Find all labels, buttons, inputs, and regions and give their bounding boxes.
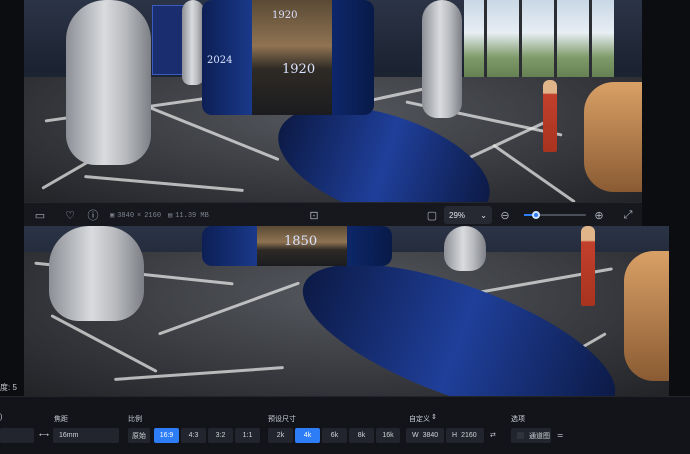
render-preview-image-2[interactable]: 1850	[24, 226, 669, 396]
focal-label: 焦距	[54, 416, 68, 423]
year-label: 1920	[272, 10, 298, 21]
focus-icon[interactable]: ⊡	[305, 206, 323, 224]
custom-width-value: 3840	[422, 432, 439, 439]
focal-value: 16mm	[59, 432, 79, 439]
swap-icon[interactable]: ⇄	[490, 431, 496, 439]
glass-wall	[464, 0, 614, 82]
screen-icon[interactable]: ▢	[423, 206, 441, 224]
settings-sliders-icon[interactable]: ⚌	[557, 431, 563, 439]
pillar-back	[182, 0, 204, 85]
zoom-select[interactable]: 29% ⌄	[444, 206, 492, 224]
resolution-readout: ▣ 3840 × 2160	[110, 211, 162, 221]
pillar-right	[444, 226, 486, 271]
year-label: 1920	[282, 62, 316, 77]
exhibit-drum: 1850	[202, 226, 392, 266]
ratio-1-1-button[interactable]: 1:1	[235, 428, 260, 443]
zoom-in-icon[interactable]: ⊕	[590, 206, 608, 224]
reception-counter	[584, 82, 642, 192]
pillar-left	[49, 226, 144, 321]
col0-label: )	[0, 414, 3, 421]
ratio-4-3-button[interactable]: 4:3	[181, 428, 206, 443]
reception-counter	[624, 251, 669, 381]
col0-field[interactable]	[0, 428, 34, 443]
width-prefix: W	[412, 432, 419, 439]
ratio-label: 比例	[128, 416, 142, 423]
chevron-down-icon: ⌄	[480, 210, 487, 220]
preset-label: 预设尺寸	[268, 416, 296, 423]
year-label: 1850	[284, 234, 318, 249]
app-window: 1920 2024 1920 ▭ ♡ ⓘ ▣ 3840 × 2160 ▤ 11.…	[0, 0, 690, 454]
frame-icon[interactable]: ▭	[31, 206, 49, 224]
focal-field[interactable]: 16mm	[53, 428, 119, 443]
zoom-slider[interactable]	[524, 211, 586, 219]
preset-8k-button[interactable]: 8k	[349, 428, 374, 443]
exhibit-drum: 1920 2024 1920	[202, 0, 374, 115]
render-settings-panel: ) 焦距 ⟷ 16mm 比例 原始 16:9 4:3 3:2 1:1 预设尺寸 …	[0, 396, 690, 454]
channel-checkbox[interactable]	[517, 432, 524, 439]
zoom-value: 29%	[449, 210, 466, 220]
fullscreen-icon[interactable]: ⤢	[619, 206, 637, 224]
file-size-value: 11.39 MB	[175, 211, 209, 220]
height-prefix: H	[452, 432, 458, 439]
options-label: 选项	[511, 416, 525, 423]
preset-4k-button[interactable]: 4k	[295, 428, 320, 443]
save-icon: ▤	[168, 212, 173, 220]
person-figure	[543, 80, 557, 152]
render-preview-image[interactable]: 1920 2024 1920	[24, 0, 642, 202]
heart-icon[interactable]: ♡	[61, 206, 79, 224]
ratio-16-9-button[interactable]: 16:9	[154, 428, 179, 443]
pillar-right	[422, 0, 462, 118]
preset-2k-button[interactable]: 2k	[268, 428, 293, 443]
year-label: 2024	[207, 55, 233, 66]
times-symbol: ×	[137, 211, 142, 220]
custom-width-field[interactable]: W 3840	[406, 428, 444, 443]
file-size-readout: ▤ 11.39 MB	[168, 211, 209, 221]
zoom-out-icon[interactable]: ⊖	[496, 206, 514, 224]
height-value: 2160	[144, 211, 162, 220]
custom-height-field[interactable]: H 2160	[446, 428, 484, 443]
viewer-toolbar: ▭ ♡ ⓘ ▣ 3840 × 2160 ▤ 11.39 MB ⊡ ▢ 29% ⌄…	[24, 202, 642, 226]
image-icon: ▣	[110, 212, 115, 220]
pillar-left	[66, 0, 151, 165]
custom-label: 自定义	[409, 416, 430, 423]
side-label: 度: 5	[0, 383, 17, 392]
width-value: 3840	[117, 211, 135, 220]
person-figure	[581, 226, 595, 306]
sort-icon[interactable]: ⇕	[431, 413, 437, 421]
channel-option[interactable]: 通道图	[511, 428, 551, 443]
channel-label: 通道图	[529, 432, 550, 440]
custom-height-value: 2160	[461, 432, 477, 439]
zoom-slider-knob[interactable]	[532, 211, 541, 219]
ratio-original-button[interactable]: 原始	[128, 428, 150, 443]
preset-6k-button[interactable]: 6k	[322, 428, 347, 443]
ratio-3-2-button[interactable]: 3:2	[208, 428, 233, 443]
preset-16k-button[interactable]: 16k	[376, 428, 400, 443]
info-icon[interactable]: ⓘ	[84, 206, 102, 224]
arrows-icon[interactable]: ⟷	[39, 431, 49, 439]
